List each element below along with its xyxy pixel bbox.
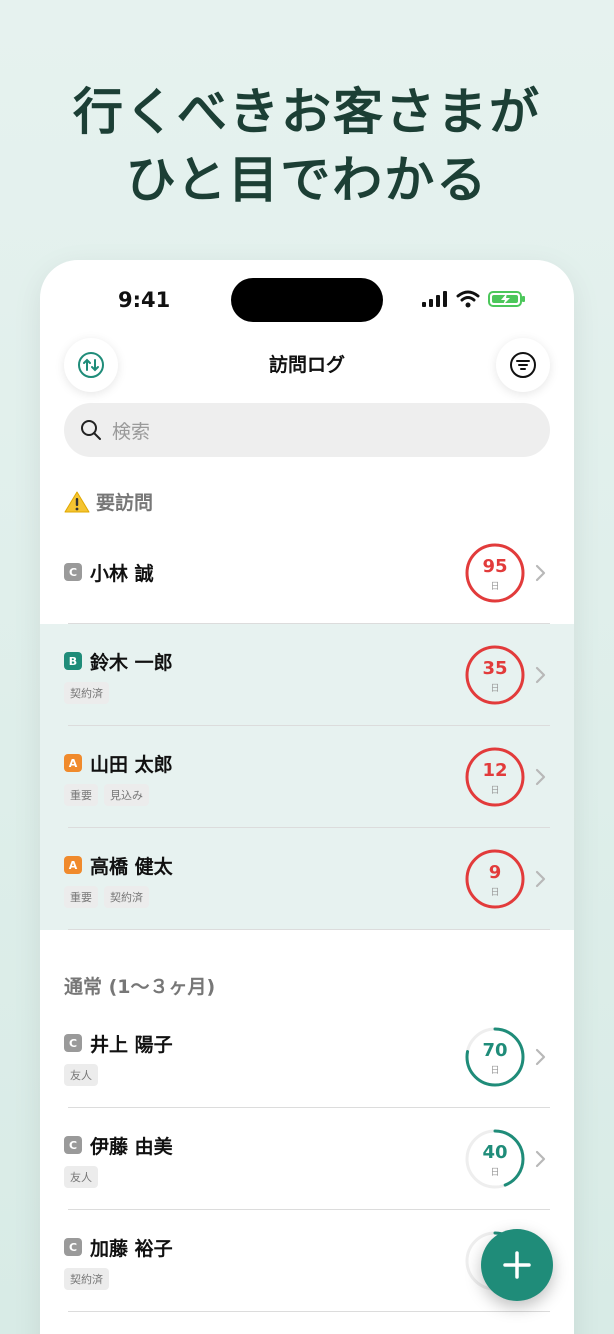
customer-name: 小林 誠: [90, 563, 154, 585]
tag-list: 重要 見込み: [64, 784, 149, 806]
section-header: 通常 (1〜３ヶ月): [64, 972, 215, 999]
tag: 契約済: [64, 682, 109, 704]
headline-line2: ひと目でわかる: [125, 151, 489, 209]
days-count: 9: [488, 862, 502, 883]
days-ring: 40 日: [464, 1128, 526, 1190]
chevron-right-icon: [535, 564, 546, 582]
filter-button[interactable]: [496, 338, 550, 392]
days-unit: 日: [490, 888, 500, 898]
rank-badge: C: [64, 1136, 82, 1154]
chevron-right-icon: [535, 1048, 546, 1066]
tag-list: 友人: [64, 1064, 98, 1086]
customer-name: 鈴木 一郎: [90, 652, 173, 674]
headline-line1: 行くべきお客さまが: [73, 83, 541, 141]
rank-badge: A: [64, 856, 82, 874]
tag-list: 契約済: [64, 1268, 109, 1290]
days-unit: 日: [490, 786, 500, 796]
days-ring: 9日: [464, 848, 526, 910]
search-input[interactable]: 検索: [64, 403, 550, 457]
customer-row[interactable]: A 山田 太郎重要 見込み 12 日: [40, 726, 574, 828]
tag-list: 重要 契約済: [64, 886, 149, 908]
customer-row[interactable]: C 小林 誠 95 日: [40, 522, 574, 624]
tag: 重要: [64, 784, 98, 806]
days-count: 40: [482, 1142, 508, 1163]
wifi-icon: [456, 290, 480, 308]
add-customer-button[interactable]: [481, 1229, 553, 1301]
customer-row[interactable]: A 高橋 健太 重要 契約済 9 日: [40, 828, 574, 930]
days-unit: 日: [490, 582, 500, 592]
rank-badge: B: [64, 652, 82, 670]
phone-screen: 9:41 訪問ログ 検索 要訪問 C 小林 誠 95 日 B 鈴木 一郎 契約済…: [40, 260, 574, 1334]
days-ring: 12 日: [464, 746, 526, 808]
chevron-right-icon: [535, 768, 546, 786]
days-count: 12: [482, 760, 508, 781]
customer-name: 井上 陽子: [90, 1034, 173, 1056]
customer-name: 伊藤 由美: [90, 1136, 173, 1158]
customer-row[interactable]: C 井上 陽子友人 70 日: [40, 1006, 574, 1108]
plus-icon: [503, 1251, 531, 1279]
rank-badge: C: [64, 1238, 82, 1256]
days-count: 70: [482, 1040, 508, 1061]
customer-row[interactable]: C 伊藤 由美友人 40 日: [40, 1108, 574, 1210]
search-icon: [81, 420, 101, 440]
tag: 友人: [64, 1166, 98, 1188]
rank-badge: C: [64, 1034, 82, 1052]
days-ring: 95 日: [464, 542, 526, 604]
filter-icon: [510, 352, 536, 378]
rank-badge: A: [64, 754, 82, 772]
tag: 重要: [64, 886, 98, 908]
days-ring: 35 日: [464, 644, 526, 706]
battery-charging-icon: [488, 291, 525, 307]
days-unit: 日: [490, 1066, 500, 1076]
customer-name: 高橋 健太: [90, 856, 173, 878]
customer-name: 山田 太郎: [90, 754, 173, 776]
status-time: 9:41: [118, 288, 171, 312]
dynamic-island: [231, 278, 383, 322]
tag-list: 契約済: [64, 682, 109, 704]
row-divider: [68, 929, 550, 930]
page-title: 訪問ログ: [268, 354, 345, 376]
cellular-signal-icon: [422, 291, 447, 307]
chevron-right-icon: [535, 1150, 546, 1168]
customer-row[interactable]: B 鈴木 一郎契約済 35 日: [40, 624, 574, 726]
days-count: 95: [482, 556, 508, 577]
tag: 契約済: [64, 1268, 109, 1290]
section-header: 要訪問: [64, 488, 153, 515]
row-divider: [68, 1311, 550, 1312]
tag: 友人: [64, 1064, 98, 1086]
chevron-right-icon: [535, 666, 546, 684]
tag-list: 友人: [64, 1166, 98, 1188]
headline: 行くべきお客さまが ひと目でわかる: [0, 78, 614, 214]
section-title: 要訪問: [96, 492, 154, 514]
days-unit: 日: [490, 684, 500, 694]
rank-badge: C: [64, 563, 82, 581]
warning-icon: [64, 491, 90, 512]
chevron-right-icon: [535, 870, 546, 888]
days-ring: 70 日: [464, 1026, 526, 1088]
search-placeholder: 検索: [112, 420, 151, 443]
days-count: 35: [482, 658, 508, 679]
tag: 契約済: [104, 886, 149, 908]
section-title: 通常 (1〜３ヶ月): [64, 976, 216, 998]
status-icons: [422, 290, 526, 308]
customer-name: 加藤 裕子: [90, 1238, 173, 1260]
tag: 見込み: [104, 784, 149, 806]
days-unit: 日: [490, 1168, 500, 1178]
